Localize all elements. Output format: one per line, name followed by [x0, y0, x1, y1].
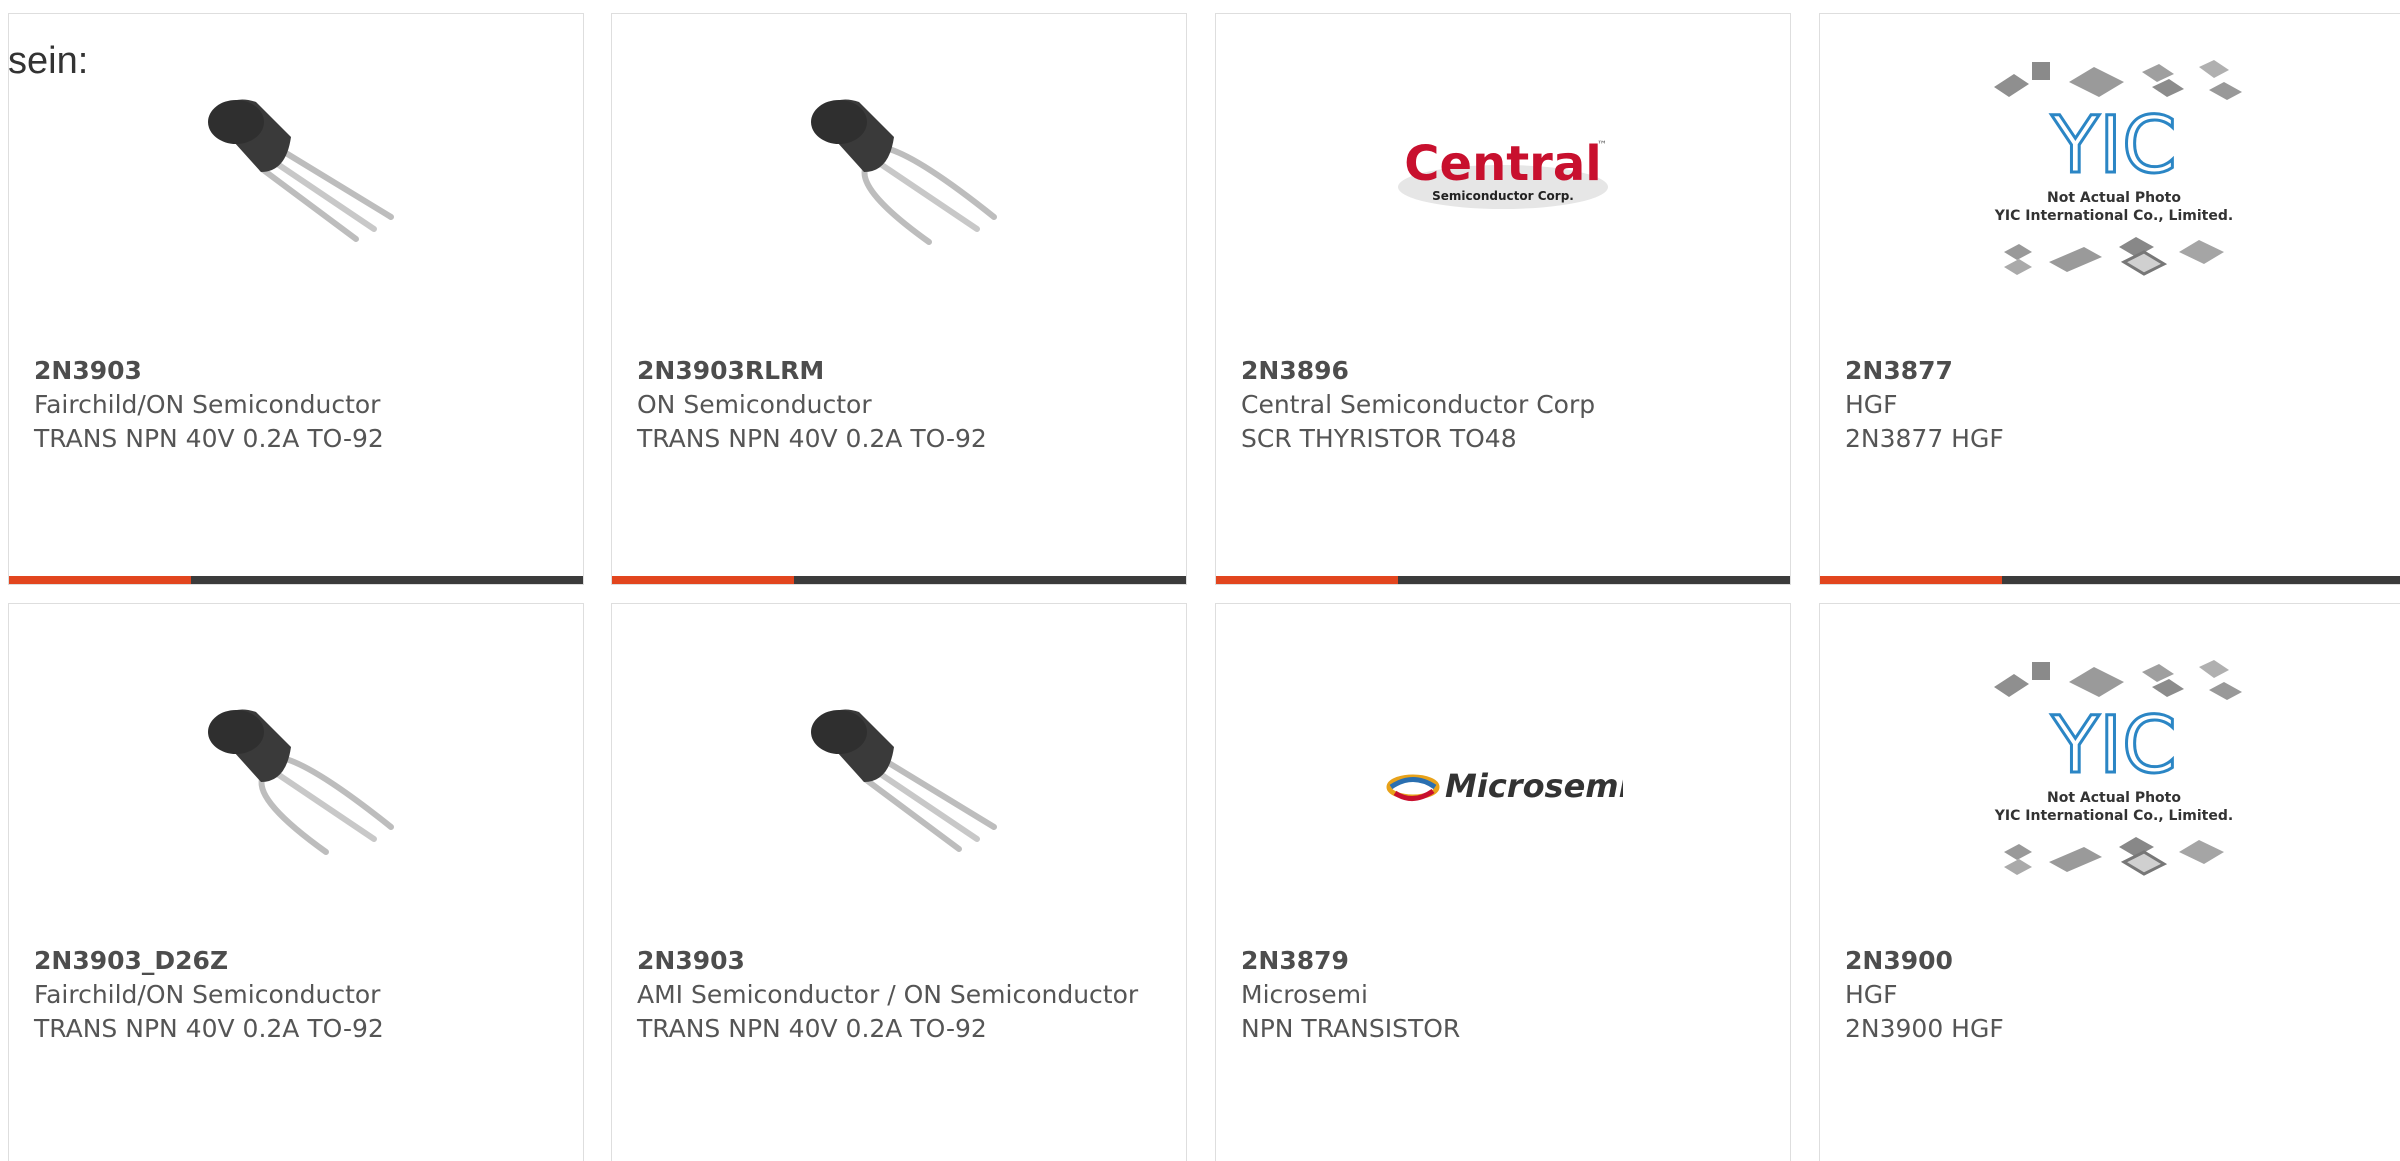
part-number[interactable]: 2N3903RLRM: [637, 354, 1157, 388]
manufacturer: Central Semiconductor Corp: [1241, 390, 1596, 419]
svg-text:YIC: YIC: [2050, 101, 2176, 191]
product-card[interactable]: Microsemi 2N3879 Microsemi NPN TRANSISTO…: [1215, 603, 1791, 1161]
description: TRANS NPN 40V 0.2A TO-92: [34, 424, 384, 453]
description: NPN TRANSISTOR: [1241, 1014, 1461, 1043]
description: 2N3900 HGF: [1845, 1014, 2004, 1043]
part-number[interactable]: 2N3879: [1241, 944, 1761, 978]
transistor-image: [166, 664, 426, 909]
svg-text:YIC: YIC: [2050, 701, 2176, 791]
description: SCR THYRISTOR TO48: [1241, 424, 1517, 453]
card-bottom-bar: [9, 576, 583, 584]
product-card[interactable]: YIC Not Actual Photo YIC International C…: [1819, 13, 2400, 585]
product-info: 2N3903 Fairchild/ON Semiconductor TRANS …: [34, 354, 554, 456]
card-bottom-bar: [612, 576, 1186, 584]
part-number[interactable]: 2N3903_D26Z: [34, 944, 554, 978]
svg-text:Not Actual Photo: Not Actual Photo: [2047, 790, 2181, 806]
part-number[interactable]: 2N3900: [1845, 944, 2365, 978]
manufacturer: Microsemi: [1241, 980, 1368, 1009]
product-grid-page: sein: 2N3903 Fairchild/ON Semiconductor …: [0, 0, 2400, 1161]
product-info: 2N3903 AMI Semiconductor / ON Semiconduc…: [637, 944, 1157, 1046]
svg-text:Microsemi: Microsemi: [1445, 767, 1623, 805]
product-card[interactable]: 2N3903_D26Z Fairchild/ON Semiconductor T…: [8, 603, 584, 1161]
manufacturer: Fairchild/ON Semiconductor: [34, 980, 381, 1009]
svg-text:YIC International Co., Limited: YIC International Co., Limited.: [1994, 208, 2233, 224]
description: TRANS NPN 40V 0.2A TO-92: [34, 1014, 384, 1043]
card-accent-bar: [1216, 576, 1398, 584]
manufacturer: ON Semiconductor: [637, 390, 872, 419]
manufacturer: AMI Semiconductor / ON Semiconductor: [637, 980, 1139, 1009]
svg-text:Central: Central: [1404, 136, 1601, 192]
card-accent-bar: [9, 576, 191, 584]
svg-text:™: ™: [1597, 140, 1607, 151]
product-card[interactable]: 2N3903RLRM ON Semiconductor TRANS NPN 40…: [611, 13, 1187, 585]
manufacturer: Fairchild/ON Semiconductor: [34, 390, 381, 419]
product-info: 2N3900 HGF 2N3900 HGF: [1845, 944, 2365, 1046]
product-info: 2N3877 HGF 2N3877 HGF: [1845, 354, 2365, 456]
product-info: 2N3896 Central Semiconductor Corp SCR TH…: [1241, 354, 1761, 456]
description: TRANS NPN 40V 0.2A TO-92: [637, 424, 987, 453]
part-number[interactable]: 2N3896: [1241, 354, 1761, 388]
svg-text:Semiconductor Corp.: Semiconductor Corp.: [1432, 189, 1574, 203]
product-info: 2N3903RLRM ON Semiconductor TRANS NPN 40…: [637, 354, 1157, 456]
yic-placeholder-image: YIC Not Actual Photo YIC International C…: [1984, 649, 2244, 894]
microsemi-logo: Microsemi: [1373, 664, 1633, 909]
card-accent-bar: [612, 576, 794, 584]
product-card[interactable]: 2N3903 Fairchild/ON Semiconductor TRANS …: [8, 13, 584, 585]
part-number[interactable]: 2N3903: [34, 354, 554, 388]
svg-text:YIC International Co., Limited: YIC International Co., Limited.: [1994, 808, 2233, 824]
description: TRANS NPN 40V 0.2A TO-92: [637, 1014, 987, 1043]
product-card[interactable]: YIC Not Actual Photo YIC International C…: [1819, 603, 2400, 1161]
card-bottom-bar: [1216, 576, 1790, 584]
transistor-image: [769, 664, 1029, 909]
card-bottom-bar: [1820, 576, 2400, 584]
description: 2N3877 HGF: [1845, 424, 2004, 453]
transistor-image: [769, 54, 1029, 299]
yic-placeholder-image: YIC Not Actual Photo YIC International C…: [1984, 49, 2244, 294]
manufacturer: HGF: [1845, 390, 1898, 419]
card-accent-bar: [1820, 576, 2002, 584]
product-card[interactable]: Central ™ Semiconductor Corp. 2N3896 Cen…: [1215, 13, 1791, 585]
part-number[interactable]: 2N3903: [637, 944, 1157, 978]
transistor-image: [166, 54, 426, 299]
central-logo: Central ™ Semiconductor Corp.: [1373, 54, 1633, 299]
svg-text:Not Actual Photo: Not Actual Photo: [2047, 190, 2181, 206]
product-card[interactable]: 2N3903 AMI Semiconductor / ON Semiconduc…: [611, 603, 1187, 1161]
part-number[interactable]: 2N3877: [1845, 354, 2365, 388]
product-info: 2N3903_D26Z Fairchild/ON Semiconductor T…: [34, 944, 554, 1046]
product-info: 2N3879 Microsemi NPN TRANSISTOR: [1241, 944, 1761, 1046]
intro-text: sein:: [8, 40, 89, 82]
manufacturer: HGF: [1845, 980, 1898, 1009]
